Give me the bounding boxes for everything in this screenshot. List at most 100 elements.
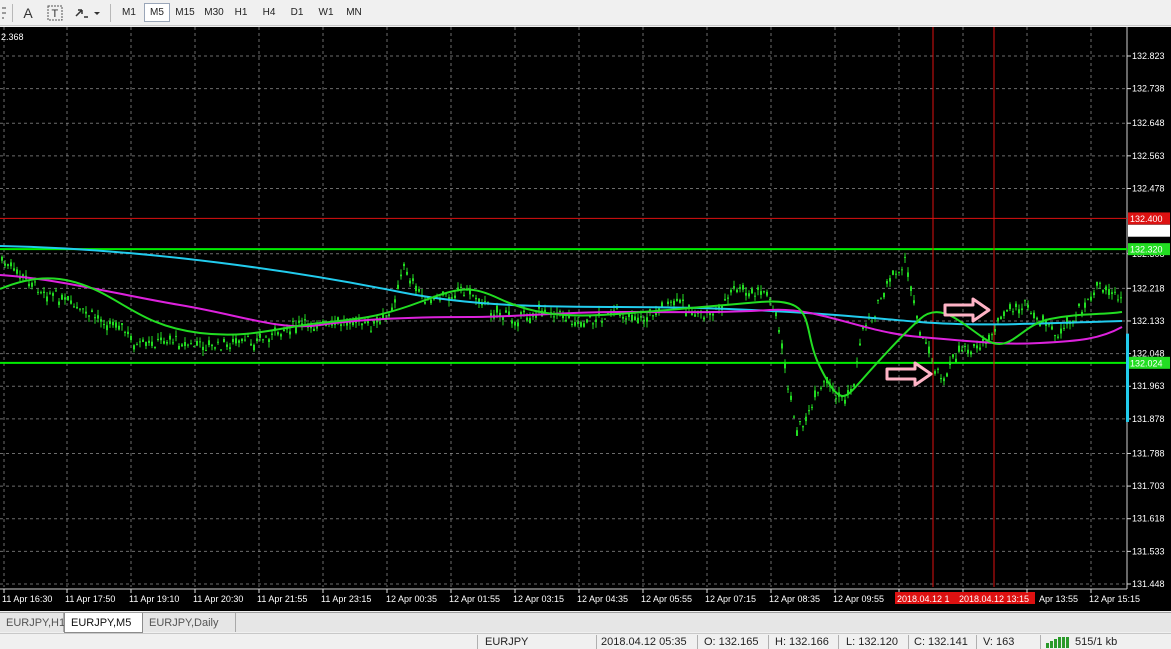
price-tick-label: 132.738 — [1132, 84, 1165, 94]
candle-body — [55, 290, 57, 292]
status-divider — [477, 635, 478, 649]
candle-body — [958, 345, 960, 352]
candle-body — [1024, 300, 1026, 302]
arrows-dropdown-icon[interactable] — [72, 3, 102, 23]
timeframe-w1-button[interactable]: W1 — [313, 3, 339, 22]
candle-body — [256, 338, 258, 342]
candle-body — [181, 344, 183, 347]
candle-body — [1084, 302, 1086, 308]
candle-body — [10, 262, 12, 267]
candle-body — [1036, 317, 1038, 320]
timeframe-m5-button[interactable]: M5 — [144, 3, 170, 22]
candle-body — [1090, 296, 1092, 301]
candle-body — [943, 378, 945, 382]
candle-body — [766, 291, 768, 296]
tab-eurjpy-daily[interactable]: EURJPY,Daily — [143, 613, 236, 632]
candle-body — [430, 299, 432, 304]
time-tick-label: 2018.04.12 1 — [897, 594, 950, 604]
candle-body — [793, 416, 795, 418]
candle-body — [250, 343, 252, 346]
candle-body — [418, 289, 420, 292]
candle-body — [778, 329, 780, 333]
candle-body — [214, 347, 216, 349]
candle-body — [751, 288, 753, 294]
candle-body — [268, 339, 270, 342]
candle-body — [883, 292, 885, 298]
tab-eurjpy-m5[interactable]: EURJPY,M5 — [64, 613, 143, 633]
candle-body — [178, 345, 180, 350]
candle-body — [904, 256, 906, 258]
candle-body — [991, 334, 993, 336]
candle-body — [259, 333, 261, 338]
status-divider — [976, 635, 977, 649]
text-icon[interactable]: A — [18, 3, 38, 23]
candle-body — [661, 302, 663, 307]
status-bar: EURJPY 2018.04.12 05:35 O: 132.165 H: 13… — [0, 633, 1171, 649]
candle-body — [1033, 312, 1035, 319]
candle-body — [844, 399, 846, 404]
candle-body — [928, 346, 930, 354]
candle-body — [304, 319, 306, 321]
candle-body — [949, 361, 951, 365]
candle-body — [703, 317, 705, 320]
candle-body — [1000, 316, 1002, 320]
timeframe-h1-button[interactable]: H1 — [229, 3, 253, 22]
candle-body — [1063, 327, 1065, 329]
price-tick-label: 131.448 — [1132, 579, 1165, 589]
candle-body — [409, 280, 411, 284]
candle-body — [1117, 299, 1119, 301]
candle-body — [112, 321, 114, 326]
candle-body — [787, 388, 789, 390]
candle-body — [496, 305, 498, 313]
chart-toolbar: A T M1 M5 M15 M30 H1 H4 D1 W1 MN — [0, 0, 1171, 26]
candle-body — [670, 301, 672, 303]
candle-body — [64, 297, 66, 300]
candle-body — [583, 323, 585, 327]
status-close: C: 132.141 — [914, 636, 968, 648]
candle-body — [529, 318, 531, 324]
candle-body — [226, 344, 228, 347]
status-high: H: 132.166 — [775, 636, 829, 648]
candle-body — [865, 324, 867, 327]
tab-eurjpy-h1[interactable]: EURJPY,H1 — [0, 613, 65, 632]
candle-body — [733, 286, 735, 288]
upper-level-price-badge: 132.320 — [1130, 245, 1163, 255]
candle-body — [895, 273, 897, 275]
candle-body — [814, 390, 816, 398]
candle-body — [643, 319, 645, 322]
candle-body — [724, 299, 726, 301]
candle-body — [1021, 308, 1023, 311]
candle-body — [514, 322, 516, 326]
candle-body — [361, 323, 363, 326]
candle-body — [58, 301, 60, 305]
candle-body — [100, 319, 102, 322]
candle-body — [313, 328, 315, 331]
candle-body — [682, 299, 684, 302]
candle-body — [511, 320, 513, 324]
candle-body — [16, 269, 18, 274]
candle-body — [1006, 309, 1008, 312]
timeframe-m15-button[interactable]: M15 — [172, 3, 198, 22]
candle-body — [43, 291, 45, 294]
candle-body — [910, 286, 912, 291]
timeframe-m30-button[interactable]: M30 — [200, 3, 228, 22]
price-tick-label: 132.218 — [1132, 283, 1165, 293]
candle-body — [451, 297, 453, 299]
chart-canvas[interactable]: 132.823 132.738 132.648 132.563 132.478 132.3… — [0, 27, 1171, 611]
status-divider — [908, 635, 909, 649]
candle-body — [967, 349, 969, 354]
candle-body — [454, 295, 456, 299]
text-label-icon[interactable]: T — [44, 3, 66, 23]
candle-body — [517, 322, 519, 327]
timeframe-mn-button[interactable]: MN — [341, 3, 367, 22]
crosshair-icon[interactable] — [0, 3, 10, 23]
price-tick-label: 132.133 — [1132, 316, 1165, 326]
timeframe-d1-button[interactable]: D1 — [284, 3, 310, 22]
timeframe-h4-button[interactable]: H4 — [256, 3, 282, 22]
price-chart[interactable]: 132.823 132.738 132.648 132.563 132.478 132.3… — [0, 27, 1171, 611]
candle-body — [1099, 282, 1101, 284]
candle-body — [76, 306, 78, 309]
candle-body — [196, 341, 198, 346]
timeframe-m1-button[interactable]: M1 — [116, 3, 142, 22]
status-datetime: 2018.04.12 05:35 — [601, 636, 687, 648]
